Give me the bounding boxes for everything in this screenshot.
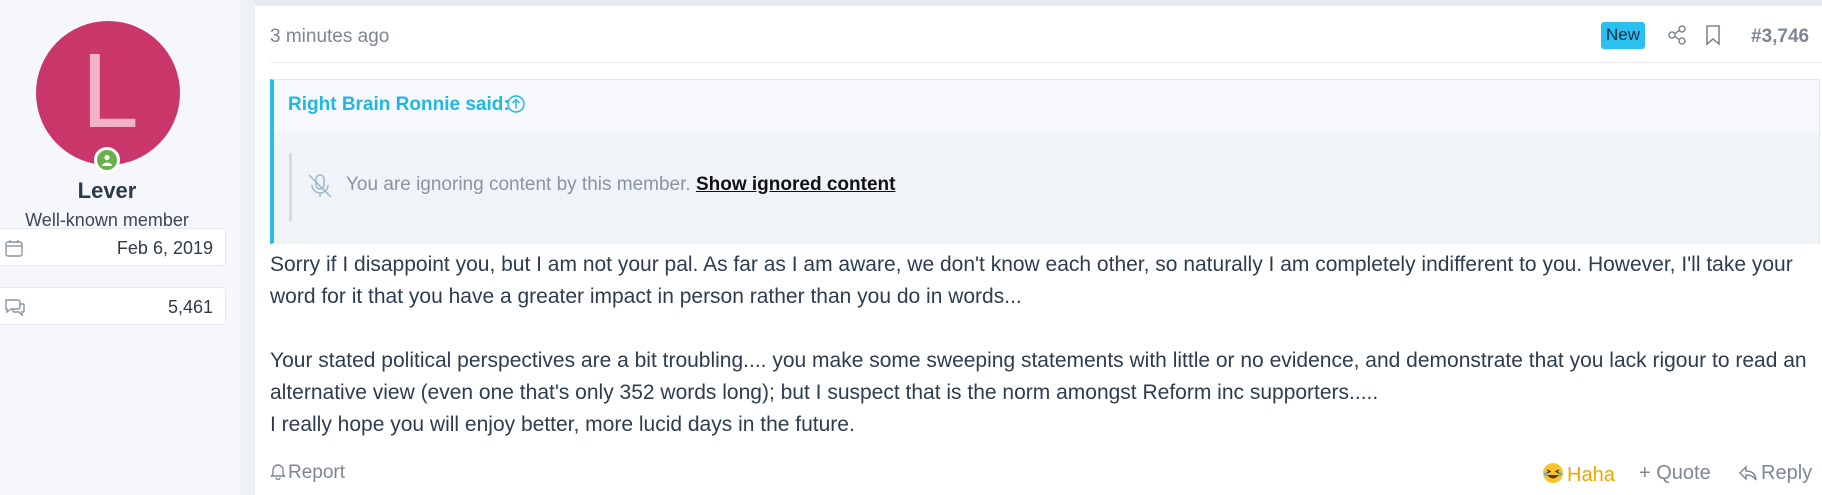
message-count: 5,461 xyxy=(167,297,213,317)
reaction-button[interactable]: Haha xyxy=(1542,462,1615,487)
online-status-icon xyxy=(94,147,120,173)
post-paragraph-1: Sorry if I disappoint you, but I am not … xyxy=(270,253,1793,308)
calendar-icon xyxy=(4,238,24,263)
quote-block: Right Brain Ronnie said: You are ignorin… xyxy=(270,79,1820,244)
ignored-notice: You are ignoring content by this member.… xyxy=(289,153,895,221)
joined-stat: Feb 6, 2019 xyxy=(0,228,226,266)
bell-icon xyxy=(270,464,286,481)
ignored-text: You are ignoring content by this member. xyxy=(346,174,691,195)
post-paragraph-3: I really hope you will enjoy better, mor… xyxy=(270,413,855,436)
share-icon[interactable] xyxy=(1667,24,1687,51)
username[interactable]: Lever xyxy=(0,178,214,204)
laugh-emoji-icon xyxy=(1543,463,1563,483)
user-sidebar: L Lever Well-known member Feb 6, 2019 5,… xyxy=(0,0,240,495)
post-main: 3 minutes ago New #3,746 Right Brain Ron… xyxy=(255,6,1822,495)
bookmark-icon[interactable] xyxy=(1705,24,1721,51)
quote-button[interactable]: + Quote xyxy=(1639,462,1711,485)
quote-author[interactable]: Right Brain Ronnie said: xyxy=(288,94,510,116)
post-number[interactable]: #3,746 xyxy=(1751,26,1809,48)
reply-button[interactable]: Reply xyxy=(1738,462,1812,485)
joined-date: Feb 6, 2019 xyxy=(116,238,213,258)
report-link[interactable]: Report xyxy=(270,462,345,484)
avatar-letter: L xyxy=(80,34,136,151)
quote-label: + Quote xyxy=(1639,462,1711,484)
quote-content: You are ignoring content by this member.… xyxy=(274,132,1819,244)
new-badge: New xyxy=(1601,22,1646,49)
post-time[interactable]: 3 minutes ago xyxy=(270,26,389,48)
avatar[interactable]: L xyxy=(36,21,180,165)
report-label: Report xyxy=(288,462,346,483)
show-ignored-content-link[interactable]: Show ignored content xyxy=(696,174,896,195)
post-paragraph-2: Your stated political perspectives are a… xyxy=(270,349,1807,404)
muted-mic-icon xyxy=(306,173,334,204)
reaction-label: Haha xyxy=(1567,464,1615,486)
messages-icon xyxy=(4,297,26,322)
header-divider xyxy=(270,62,1822,63)
reply-arrow-icon xyxy=(1739,465,1757,481)
thread-post-page: L Lever Well-known member Feb 6, 2019 5,… xyxy=(0,0,1822,495)
reply-label: Reply xyxy=(1761,462,1813,484)
post-body: Sorry if I disappoint you, but I am not … xyxy=(270,249,1820,441)
arrow-up-circle-icon[interactable] xyxy=(506,94,526,119)
messages-stat: 5,461 xyxy=(0,287,226,325)
